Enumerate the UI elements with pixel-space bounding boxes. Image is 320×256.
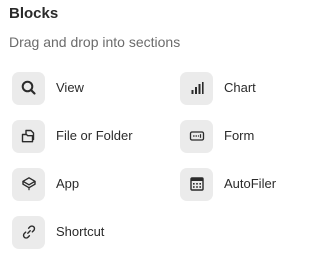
block-app-label: App — [56, 176, 80, 191]
link-icon — [12, 215, 45, 249]
block-file-label: File or Folder — [56, 128, 133, 143]
block-view-label: View — [56, 80, 84, 95]
block-autofiler-label: AutoFiler — [224, 176, 277, 191]
form-icon — [180, 119, 213, 153]
block-autofiler[interactable]: AutoFiler — [180, 167, 276, 201]
block-chart[interactable]: Chart — [180, 71, 256, 105]
panel-subtitle: Drag and drop into sections — [9, 34, 181, 50]
block-app[interactable]: App — [12, 167, 79, 201]
block-file-or-folder[interactable]: File or Folder — [12, 119, 133, 153]
block-view[interactable]: View — [12, 71, 84, 105]
file-folder-icon — [12, 119, 45, 153]
block-shortcut[interactable]: Shortcut — [12, 215, 104, 249]
app-layers-icon — [12, 167, 45, 201]
bar-chart-icon — [180, 71, 213, 105]
calendar-grid-icon — [180, 167, 213, 201]
block-form[interactable]: Form — [180, 119, 254, 153]
panel-title: Blocks — [9, 5, 59, 22]
block-chart-label: Chart — [224, 80, 256, 95]
search-icon — [12, 71, 45, 105]
block-form-label: Form — [224, 128, 255, 143]
block-shortcut-label: Shortcut — [56, 224, 105, 239]
blocks-panel: Blocks Drag and drop into sections View … — [0, 0, 289, 256]
